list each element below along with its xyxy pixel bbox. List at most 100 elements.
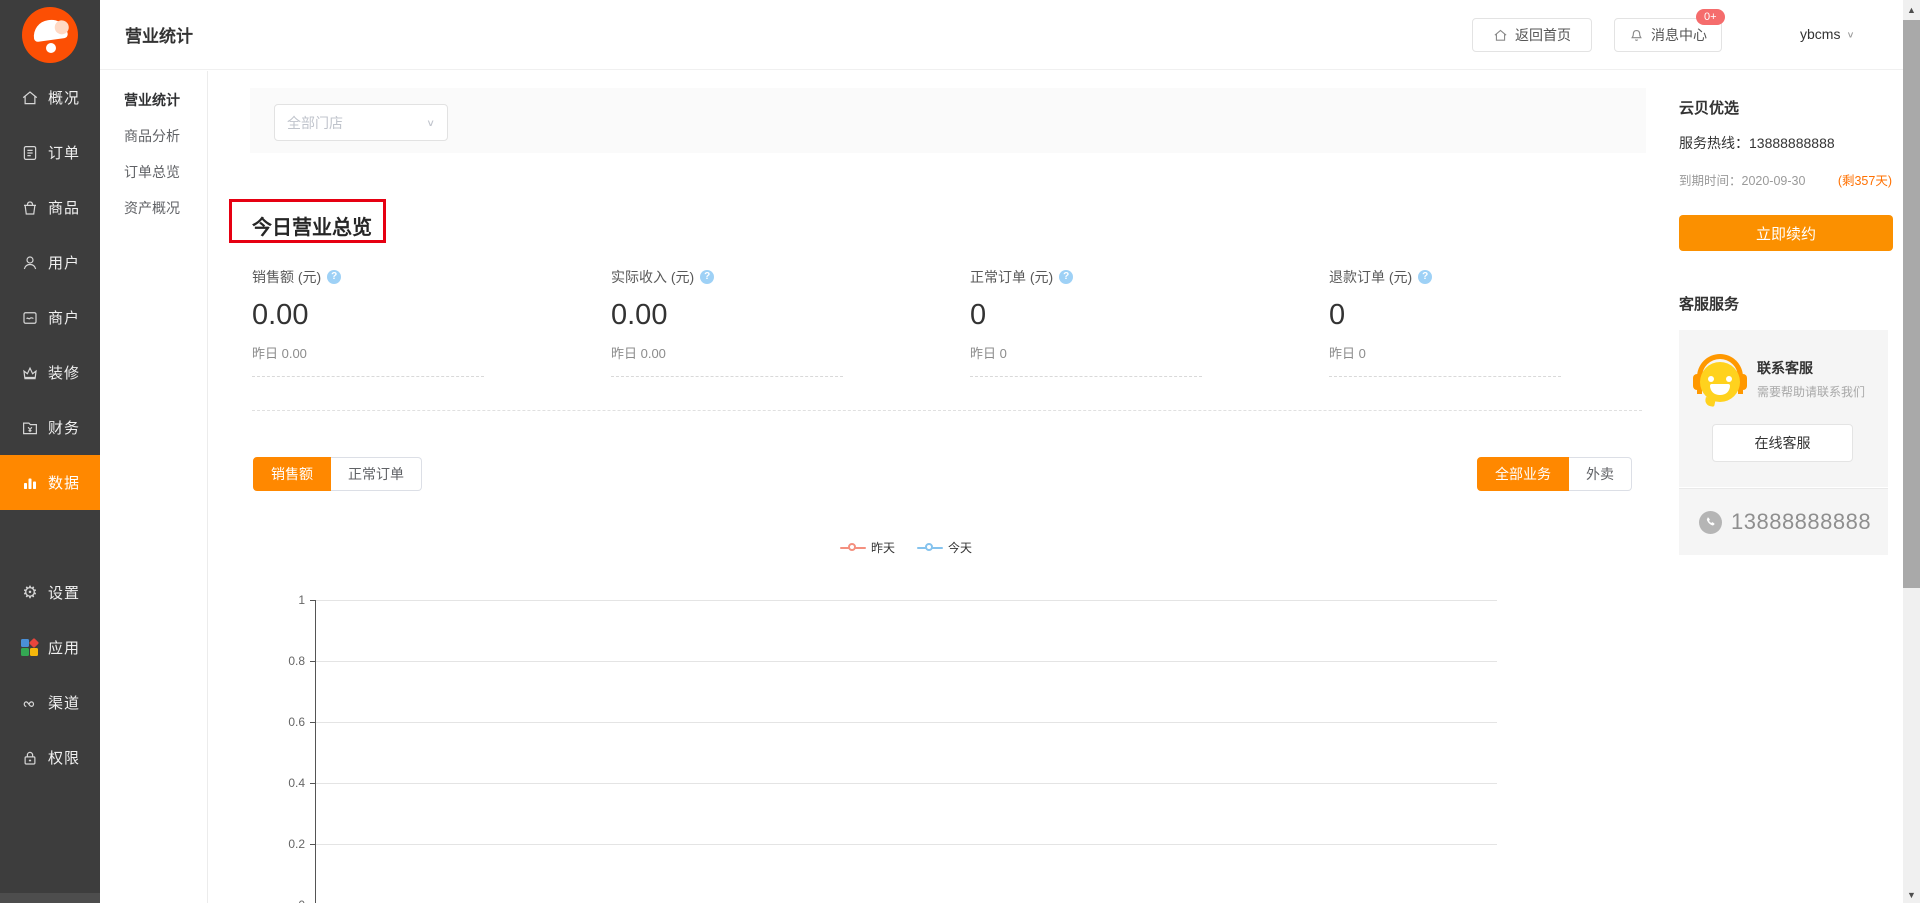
stat-card-sales: 销售额 (元) ? 0.00 昨日 0.00 (252, 267, 484, 377)
metric-tabs: 销售额 正常订单 (253, 457, 422, 491)
scroll-up-arrow-icon[interactable]: ▲ (1903, 5, 1920, 15)
tab-all-business[interactable]: 全部业务 (1477, 457, 1569, 491)
scrollbar-thumb[interactable] (1903, 20, 1920, 588)
y-axis-line (315, 600, 316, 903)
unread-badge: 0+ (1696, 9, 1725, 25)
sidebar-item-channels[interactable]: 渠道 (0, 675, 100, 730)
stat-card-normal-orders: 正常订单 (元) ? 0 昨日 0 (970, 267, 1202, 377)
sidebar-item-label: 装修 (48, 362, 80, 383)
sidebar-item-apps[interactable]: 应用 (0, 620, 100, 675)
line-marker-icon (917, 543, 943, 553)
section-divider (252, 410, 1642, 411)
stat-card-refund-orders: 退款订单 (元) ? 0 昨日 0 (1329, 267, 1561, 377)
message-center-label: 消息中心 (1651, 25, 1707, 45)
product-name: 云贝优选 (1679, 97, 1739, 118)
bell-icon (1629, 28, 1644, 43)
tab-takeout[interactable]: 外卖 (1569, 457, 1632, 491)
sidebar-item-overview[interactable]: 概况 (0, 70, 100, 125)
tab-sales[interactable]: 销售额 (253, 457, 331, 491)
help-icon[interactable]: ? (1059, 270, 1073, 284)
sidebar-item-label: 订单 (48, 142, 80, 163)
business-tabs: 全部业务 外卖 (1477, 457, 1632, 491)
sidebar-item-label: 概况 (48, 87, 80, 108)
stat-yesterday: 昨日 0.00 (611, 343, 843, 362)
home-icon (1493, 28, 1508, 43)
tab-normal-orders[interactable]: 正常订单 (331, 457, 422, 491)
subnav-item-business-stats[interactable]: 营业统计 (100, 82, 207, 118)
data-icon (20, 473, 40, 493)
legend-label: 今天 (948, 539, 972, 556)
user-menu[interactable]: ybcms ∨ (1800, 26, 1855, 42)
app-logo[interactable] (0, 0, 100, 70)
customer-service-card: 联系客服 需要帮助请联系我们 在线客服 (1679, 330, 1888, 487)
days-left-badge: (剩357天) (1838, 170, 1892, 189)
goods-icon (20, 198, 40, 218)
legend-item-yesterday[interactable]: 昨天 (840, 539, 895, 556)
sidebar-item-settings[interactable]: ⚙ 设置 (0, 565, 100, 620)
subnav-item-goods-analysis[interactable]: 商品分析 (100, 118, 207, 154)
store-select[interactable]: 全部门店 ∨ (274, 104, 448, 141)
legend-item-today[interactable]: 今天 (917, 539, 972, 556)
stat-value: 0.00 (611, 299, 843, 332)
section-title-today-overview: 今日营业总览 (252, 211, 372, 240)
sidebar-item-label: 设置 (48, 582, 80, 603)
logo-icon (22, 7, 78, 63)
username: ybcms (1800, 26, 1840, 42)
back-home-button[interactable]: 返回首页 (1472, 18, 1592, 52)
help-icon[interactable]: ? (327, 270, 341, 284)
service-hotline: 服务热线：13888888888 (1679, 133, 1835, 153)
user-icon (20, 253, 40, 273)
stat-label: 退款订单 (元) (1329, 267, 1412, 287)
home-icon (20, 88, 40, 108)
sidebar-item-label: 商品 (48, 197, 80, 218)
horizontal-scrollbar-thumb[interactable] (0, 893, 100, 903)
scroll-down-arrow-icon[interactable]: ▼ (1903, 890, 1920, 900)
apps-icon (20, 638, 40, 658)
back-home-label: 返回首页 (1515, 25, 1571, 45)
stat-card-income: 实际收入 (元) ? 0.00 昨日 0.00 (611, 267, 843, 377)
sidebar-item-users[interactable]: 用户 (0, 235, 100, 290)
sidebar-item-label: 数据 (48, 472, 80, 493)
y-tick-label: 0.6 (269, 715, 305, 729)
sidebar-item-finance[interactable]: 财务 (0, 400, 100, 455)
contact-title: 联系客服 (1757, 358, 1865, 378)
top-header: 营业统计 返回首页 消息中心 0+ ybcms ∨ (100, 0, 1920, 70)
stat-cards: 销售额 (元) ? 0.00 昨日 0.00 实际收入 (元) ? 0.00 昨… (252, 267, 1688, 377)
sidebar-item-data[interactable]: 数据 (0, 455, 100, 510)
service-phone-row: 13888888888 (1679, 488, 1888, 555)
vertical-scrollbar[interactable]: ▲ ▼ (1903, 0, 1920, 903)
chevron-down-icon: ∨ (426, 117, 435, 128)
y-tick-label: 0.4 (269, 776, 305, 790)
sidebar-item-permissions[interactable]: 权限 (0, 730, 100, 785)
chevron-down-icon: ∨ (1846, 29, 1854, 39)
contact-description: 需要帮助请联系我们 (1757, 383, 1865, 400)
online-service-button[interactable]: 在线客服 (1712, 424, 1853, 462)
sidebar-item-orders[interactable]: 订单 (0, 125, 100, 180)
subnav-item-asset-overview[interactable]: 资产概况 (100, 190, 207, 226)
main-content: 全部门店 ∨ 今日营业总览 销售额 (元) ? 0.00 昨日 0.00 实际收… (208, 71, 1903, 903)
channel-icon (20, 693, 40, 713)
chart-legend: 昨天 今天 (315, 539, 1497, 556)
order-icon (20, 143, 40, 163)
service-phone-number: 13888888888 (1731, 509, 1871, 535)
sidebar-item-goods[interactable]: 商品 (0, 180, 100, 235)
y-tick-label: 0.2 (269, 837, 305, 851)
y-tick-label: 1 (269, 593, 305, 607)
decorate-icon (20, 363, 40, 383)
right-info-panel: 云贝优选 服务热线：13888888888 到期时间：2020-09-30 (剩… (1679, 71, 1894, 903)
stat-yesterday: 昨日 0 (970, 343, 1202, 362)
y-tick-label: 0 (269, 898, 305, 903)
sidebar-item-label: 权限 (48, 747, 80, 768)
sidebar-item-label: 应用 (48, 637, 80, 658)
sidebar-item-merchants[interactable]: 商户 (0, 290, 100, 345)
renew-button[interactable]: 立即续约 (1679, 215, 1893, 251)
store-select-value: 全部门店 (287, 113, 343, 133)
subnav-item-order-overview[interactable]: 订单总览 (100, 154, 207, 190)
gear-icon: ⚙ (20, 583, 40, 603)
help-icon[interactable]: ? (700, 270, 714, 284)
sidebar-item-decoration[interactable]: 装修 (0, 345, 100, 400)
stat-label: 实际收入 (元) (611, 267, 694, 287)
phone-icon (1699, 511, 1722, 534)
help-icon[interactable]: ? (1418, 270, 1432, 284)
page-title: 营业统计 (125, 22, 193, 47)
